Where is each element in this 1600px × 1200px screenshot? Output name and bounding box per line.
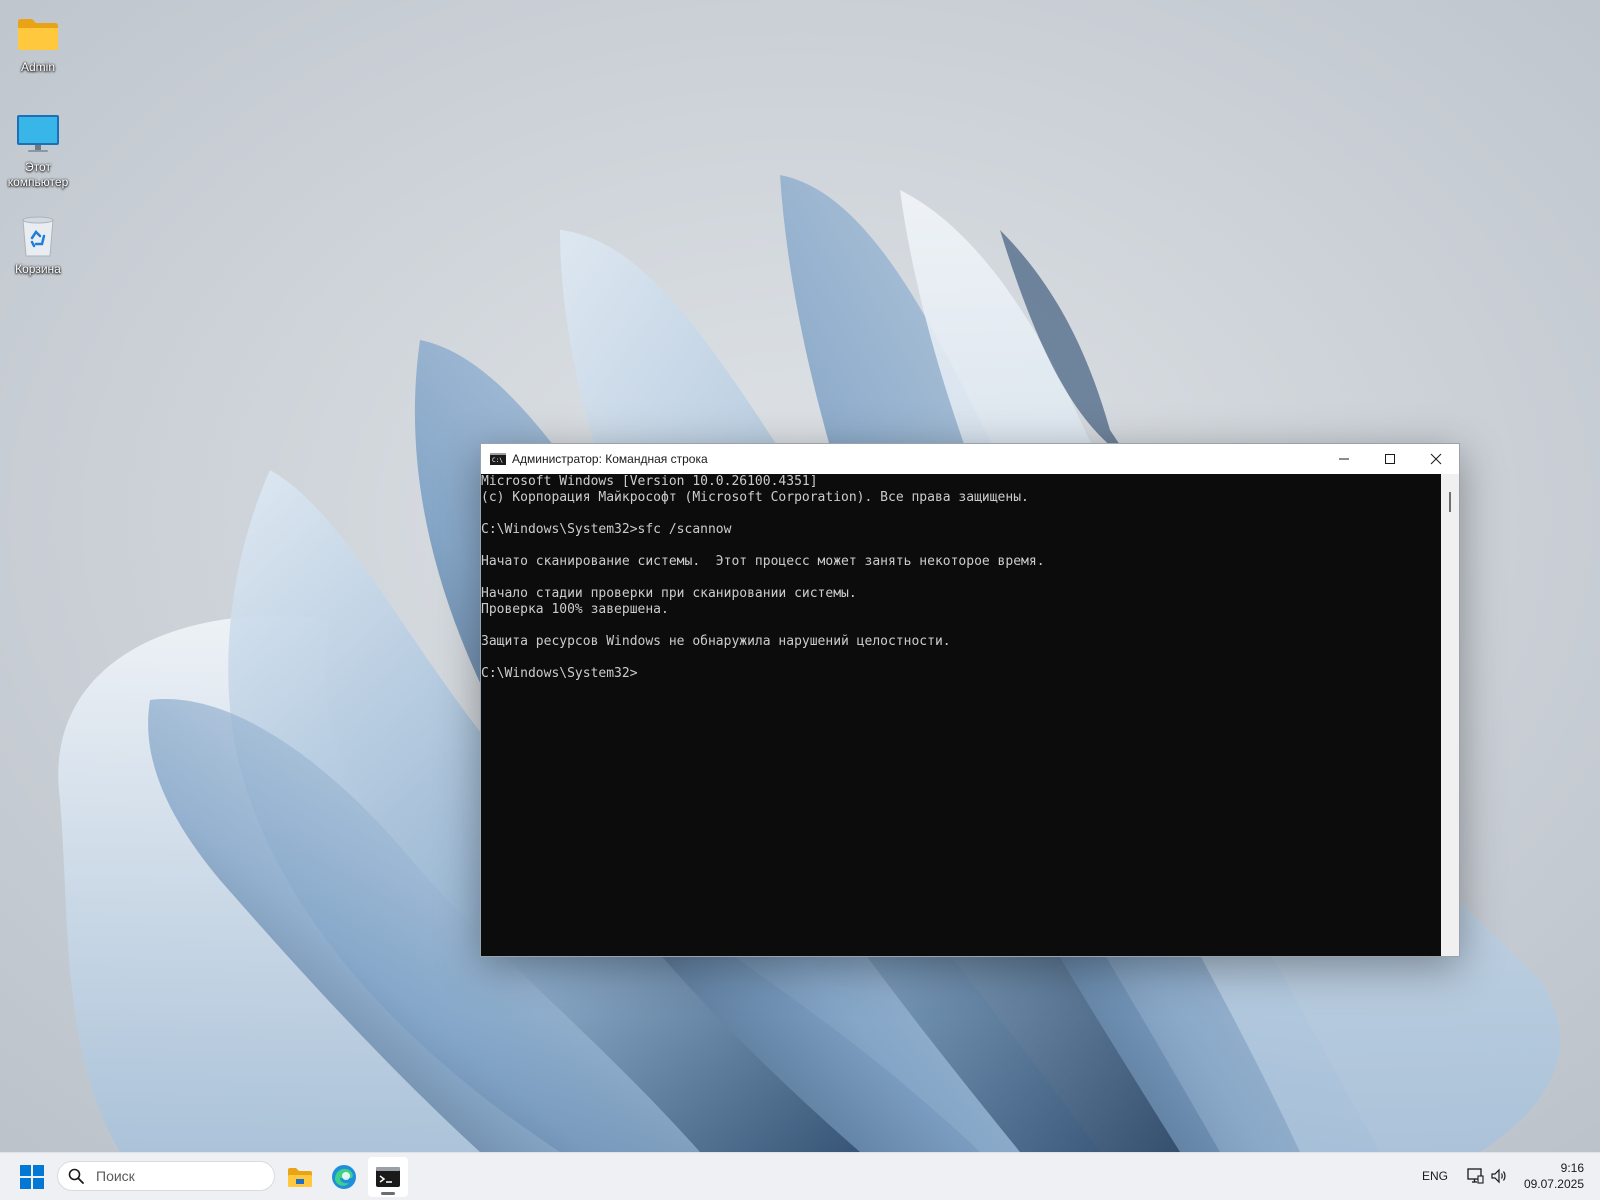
svg-text:C:\: C:\ — [492, 457, 503, 464]
taskbar-file-explorer[interactable] — [280, 1157, 320, 1197]
cmd-icon: C:\ — [490, 453, 506, 465]
volume-status[interactable] — [1490, 1167, 1508, 1189]
console-line: Начато сканирование системы. Этот процес… — [481, 554, 1045, 569]
cmd-window[interactable]: C:\ Администратор: Командная строка Micr… — [480, 443, 1460, 957]
desktop-icon-label: Admin — [20, 60, 55, 74]
edge-icon — [332, 1165, 356, 1189]
console-line: Начало стадии проверки при сканировании … — [481, 586, 857, 601]
scrollbar-thumb[interactable] — [1449, 492, 1451, 512]
maximize-button[interactable] — [1367, 444, 1413, 474]
network-icon — [1467, 1168, 1484, 1184]
search-input[interactable] — [94, 1167, 258, 1185]
windows-logo-icon — [20, 1165, 44, 1189]
clock-date: 09.07.2025 — [1523, 1177, 1584, 1191]
file-explorer-icon — [288, 1168, 312, 1187]
console-prompt-line[interactable]: C:\Windows\System32> — [481, 666, 1441, 682]
recycle-bin-icon — [14, 212, 62, 260]
console-output[interactable]: Microsoft Windows [Version 10.0.26100.43… — [481, 474, 1441, 956]
taskbar-search[interactable] — [57, 1161, 275, 1191]
minimize-button[interactable] — [1321, 444, 1367, 474]
search-icon — [68, 1168, 84, 1184]
console-line: C:\Windows\System32>sfc /scannow — [481, 522, 732, 537]
window-title: Администратор: Командная строка — [512, 452, 708, 466]
close-icon — [1430, 453, 1442, 465]
close-button[interactable] — [1413, 444, 1459, 474]
desktop-icon-label: Этот компьютер — [7, 160, 69, 189]
clock-time: 9:16 — [1560, 1161, 1584, 1175]
start-button[interactable] — [12, 1157, 52, 1197]
taskbar: ENG 9:16 09.07.2025 — [0, 1152, 1600, 1200]
vertical-scrollbar[interactable] — [1441, 474, 1459, 956]
desktop-icon-admin[interactable]: Admin — [2, 10, 74, 75]
computer-icon — [14, 110, 62, 158]
title-bar[interactable]: C:\ Администратор: Командная строка — [481, 444, 1459, 474]
clock[interactable]: 9:16 09.07.2025 — [1524, 1160, 1584, 1192]
console-line: Проверка 100% завершена. — [481, 602, 669, 617]
console-line: Защита ресурсов Windows не обнаружила на… — [481, 634, 951, 649]
maximize-icon — [1385, 454, 1395, 464]
console-line: Microsoft Windows [Version 10.0.26100.43… — [481, 474, 818, 489]
desktop: Admin Этот компьютер Корзина C:\ Админис… — [0, 0, 1600, 1200]
cmd-icon — [376, 1167, 400, 1187]
active-indicator — [381, 1192, 395, 1195]
language-indicator[interactable]: ENG — [1422, 1169, 1448, 1183]
taskbar-edge[interactable] — [324, 1157, 364, 1197]
taskbar-cmd[interactable] — [368, 1157, 408, 1197]
folder-icon — [14, 10, 62, 58]
volume-icon — [1491, 1168, 1506, 1184]
console-line: (c) Корпорация Майкрософт (Microsoft Cor… — [481, 490, 1029, 505]
desktop-icon-label: Корзина — [15, 262, 61, 276]
network-status[interactable] — [1466, 1167, 1484, 1189]
desktop-icon-recycle-bin[interactable]: Корзина — [2, 212, 74, 277]
desktop-icon-this-pc[interactable]: Этот компьютер — [2, 110, 74, 190]
minimize-icon — [1339, 458, 1349, 460]
